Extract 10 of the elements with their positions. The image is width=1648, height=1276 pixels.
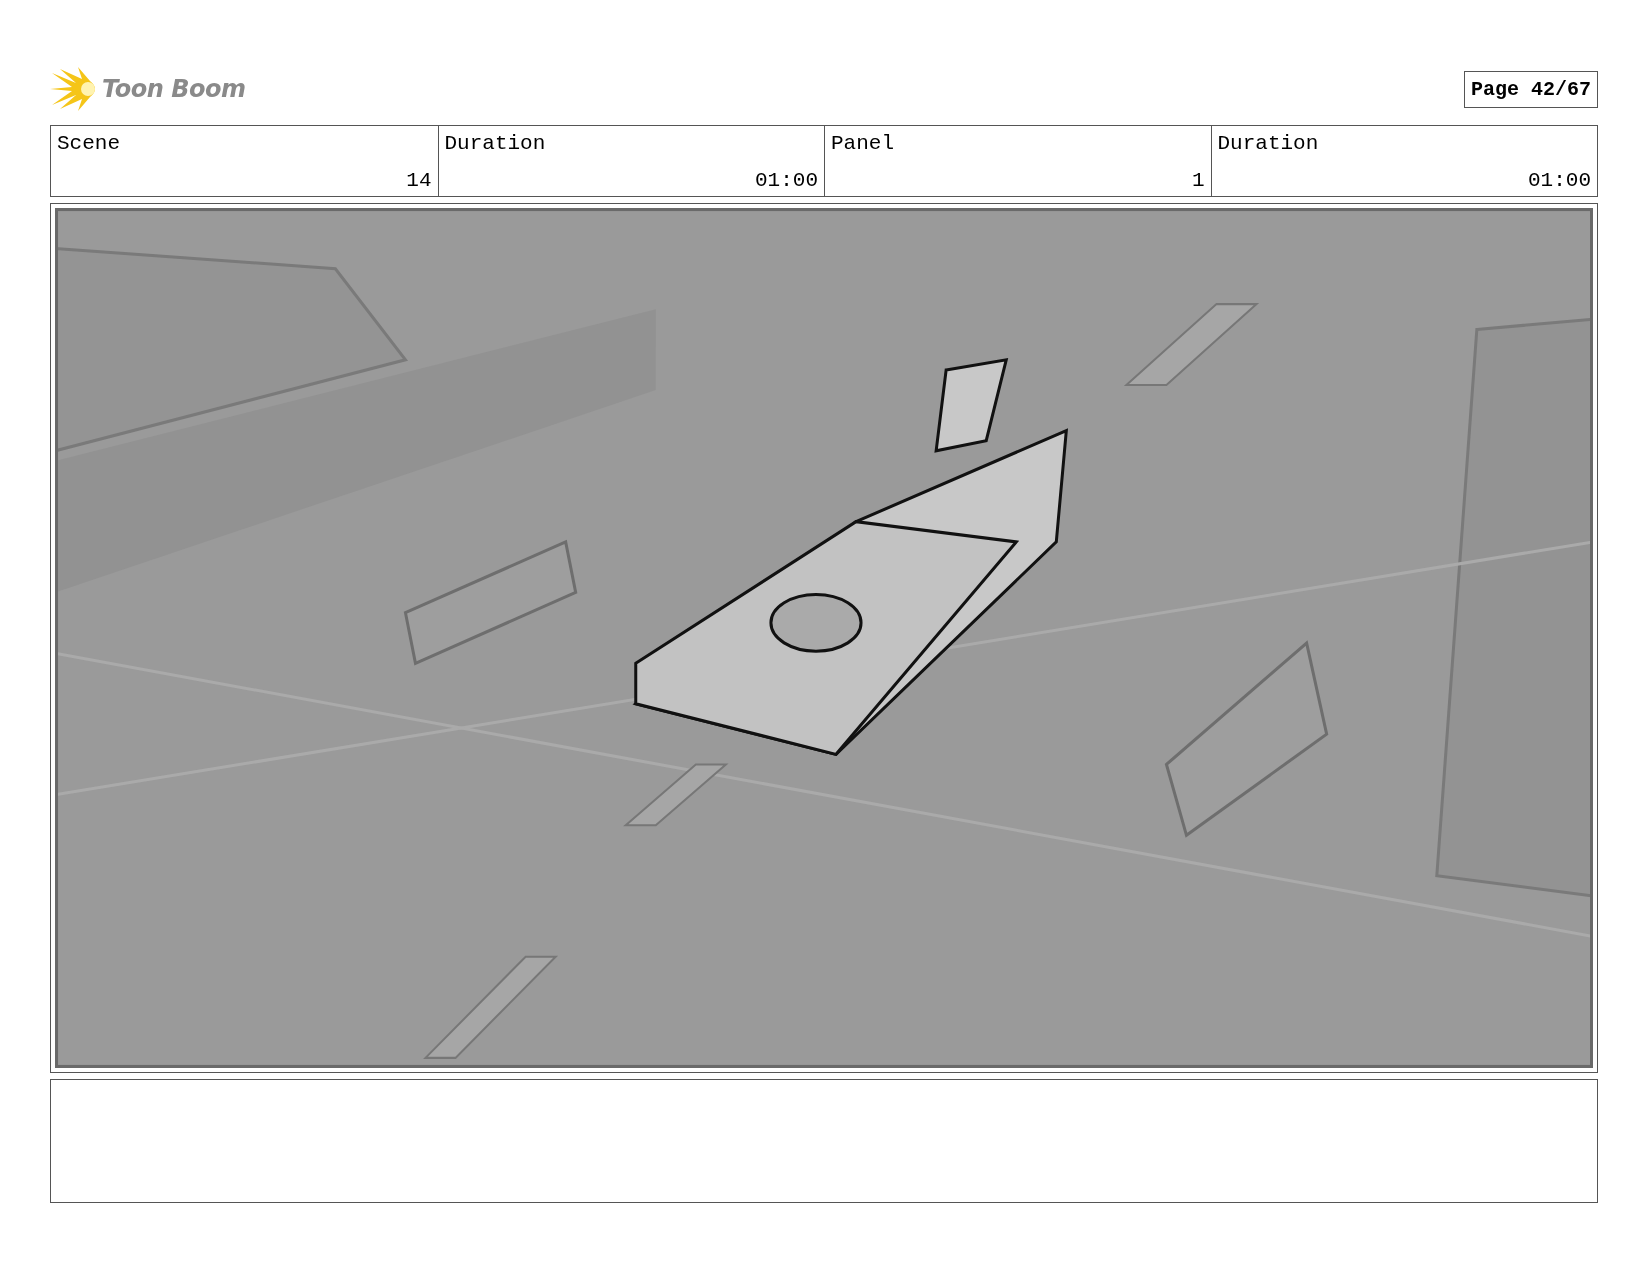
column-heading: Duration (1217, 132, 1319, 155)
table-cell-text: 01:00 (754, 169, 818, 192)
table-cell-text: 1 (1190, 169, 1205, 192)
column-heading: Duration (444, 132, 546, 155)
table-cell-text: 01:00 (1527, 169, 1591, 192)
column-heading: Panel (831, 132, 894, 155)
page-number: Page 42/67 (1463, 70, 1598, 108)
logo-text: Toon Boom (102, 75, 246, 103)
column-heading: Scene (57, 132, 120, 155)
table-cell-text: 14 (405, 169, 432, 192)
